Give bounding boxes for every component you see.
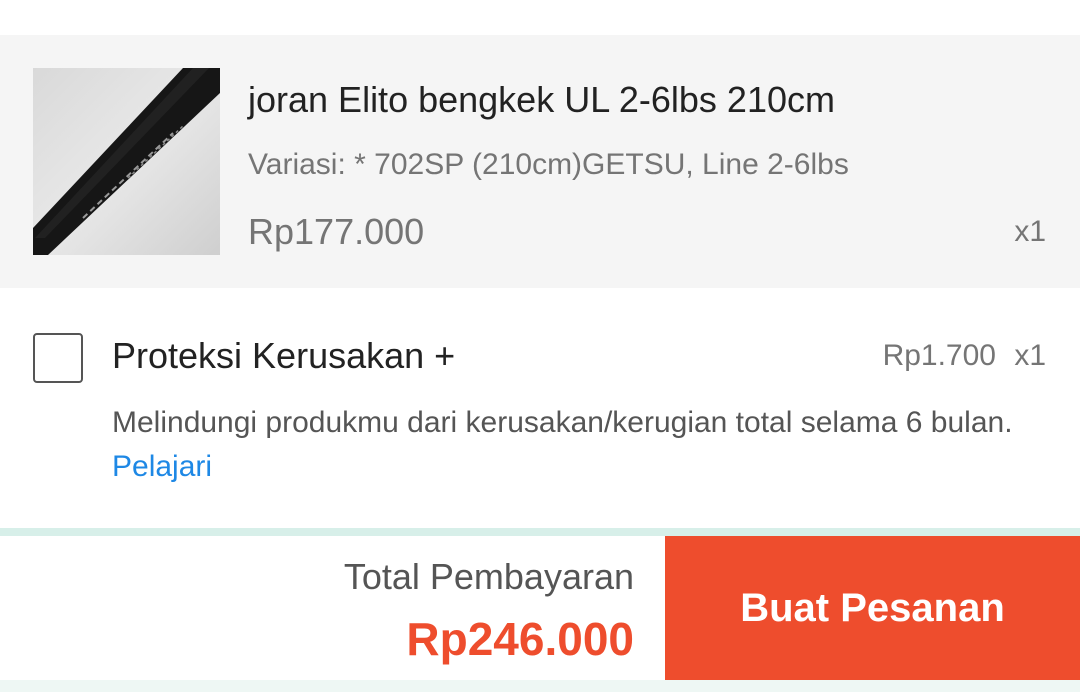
product-variant: Variasi: * 702SP (210cm)GETSU, Line 2-6l… [248, 148, 849, 181]
top-strip [0, 0, 1080, 35]
product-title[interactable]: joran Elito bengkek UL 2-6lbs 210cm [248, 79, 835, 121]
protection-price: Rp1.700 [882, 339, 996, 372]
learn-more-link[interactable]: Pelajari [112, 450, 212, 483]
total-payment-label: Total Pembayaran [343, 556, 634, 597]
protection-title[interactable]: Proteksi Kerusakan + [112, 335, 455, 377]
product-item-card: joran Elito bengkek UL 2-6lbs 210cm Vari… [0, 35, 1080, 288]
product-image[interactable] [33, 68, 220, 255]
protection-section: Proteksi Kerusakan + Rp1.700 x1 Melindun… [0, 288, 1080, 528]
product-quantity: x1 [1014, 215, 1046, 248]
protection-description: Melindungi produkmu dari kerusakan/kerug… [112, 401, 1042, 489]
protection-description-text: Melindungi produkmu dari kerusakan/kerug… [112, 406, 1013, 439]
total-payment-amount: Rp246.000 [406, 613, 634, 665]
bottom-divider [0, 528, 1080, 536]
protection-checkbox[interactable] [33, 333, 83, 383]
place-order-button[interactable]: Buat Pesanan [665, 536, 1080, 680]
protection-quantity: x1 [1014, 339, 1046, 372]
bottom-nav-strip [0, 680, 1080, 692]
product-price: Rp177.000 [248, 211, 425, 252]
checkout-page: joran Elito bengkek UL 2-6lbs 210cm Vari… [0, 0, 1080, 692]
fishing-rod-photo-icon [33, 68, 220, 255]
checkout-bottom-bar: Total Pembayaran Rp246.000 Buat Pesanan [0, 536, 1080, 692]
